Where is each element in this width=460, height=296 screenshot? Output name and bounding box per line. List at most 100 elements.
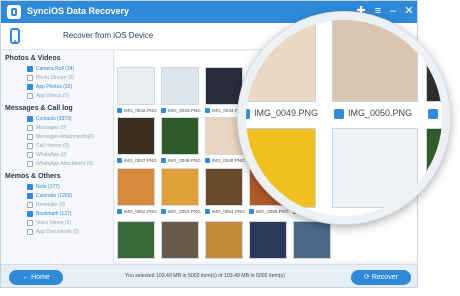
sidebar-item-reminder[interactable]: Reminder (0)	[27, 201, 65, 210]
checkbox-checked-icon	[334, 217, 344, 224]
magnified-photo-thumbnail	[426, 20, 442, 102]
checkbox-icon[interactable]	[27, 142, 33, 149]
sidebar-item-camera-roll[interactable]: Camera Roll (24)	[27, 65, 74, 74]
photo-thumbnail[interactable]	[161, 221, 199, 259]
magnified-photo-thumbnail	[246, 128, 316, 208]
checkbox-icon[interactable]	[27, 133, 33, 140]
checkbox-checked-icon[interactable]	[161, 158, 166, 164]
sidebar-item-messages[interactable]: Messages (0)	[27, 124, 66, 133]
magnified-filename: IMG_0049.PNG	[254, 108, 319, 118]
photo-thumbnail[interactable]	[161, 117, 199, 155]
syncios-logo-icon	[7, 5, 21, 19]
photo-thumbnail[interactable]	[117, 221, 155, 259]
sidebar-item-app-photos[interactable]: App Photos (32)	[27, 83, 72, 92]
thumbnail-label[interactable]: IMG_0054.PNG	[205, 209, 245, 215]
checkbox-icon[interactable]	[27, 160, 33, 167]
thumbnail-label[interactable]: IMG_0042.PNG	[117, 108, 157, 114]
checkbox-icon[interactable]	[27, 124, 33, 131]
minimize-icon[interactable]: –	[387, 5, 399, 17]
checkbox-checked-icon[interactable]	[117, 209, 122, 215]
sidebar-item-note[interactable]: Note (177)	[27, 183, 60, 192]
thumbnail-label[interactable]: IMG_0053.PNG	[161, 209, 201, 215]
photo-thumbnail[interactable]	[117, 117, 155, 155]
sidebar-item-app-videos[interactable]: App Videos (0)	[27, 92, 69, 101]
photo-thumbnail[interactable]	[117, 67, 155, 105]
magnified-filename: IMG_0050.PNG	[348, 108, 413, 118]
photo-thumbnail[interactable]	[293, 221, 331, 259]
magnified-filename: IMG_0051.	[442, 108, 445, 118]
checkbox-checked-icon[interactable]	[205, 108, 210, 114]
thumbnail-label[interactable]: IMG_0047.PNG	[117, 158, 157, 164]
phone-icon	[10, 28, 20, 44]
checkbox-checked-icon	[246, 108, 250, 119]
thumbnail-filename: IMG_0043.PNG	[168, 108, 201, 113]
home-button[interactable]: ← Home	[9, 270, 63, 285]
checkbox-icon[interactable]	[27, 228, 33, 235]
sidebar-item-whatsapp-attachment[interactable]: WhatsApp Attachment (0)	[27, 160, 93, 169]
checkbox-checked-icon[interactable]	[117, 108, 122, 114]
magnified-photo-thumbnail	[332, 128, 418, 208]
recover-button[interactable]: ⟳ Recover	[351, 270, 411, 285]
checkbox-checked-icon[interactable]	[249, 209, 254, 215]
thumbnail-filename: IMG_0054.PNG	[212, 209, 245, 214]
checkbox-icon[interactable]	[27, 74, 33, 81]
photo-thumbnail[interactable]	[161, 67, 199, 105]
sidebar-item-photo-stream[interactable]: Photo Stream (0)	[27, 74, 74, 83]
app-title: SynciOS Data Recovery	[27, 6, 130, 16]
checkbox-checked-icon[interactable]	[27, 210, 33, 217]
selection-status: You selected 103.49 MB in 5002 item(s) o…	[125, 273, 285, 279]
thumbnail-filename: IMG_0049.PNG	[212, 158, 245, 163]
sidebar-item-app-documents[interactable]: App Documents (0)	[27, 228, 79, 237]
checkbox-checked-icon[interactable]	[161, 108, 166, 114]
magnified-thumbnail-label: IMG_0050.PNG	[334, 108, 412, 119]
sidebar-item-whatsapp[interactable]: WhatsApp (0)	[27, 151, 67, 160]
thumbnail-label[interactable]: IMG_0048.PNG	[161, 158, 201, 164]
checkbox-checked-icon	[428, 108, 438, 119]
checkbox-checked-icon[interactable]	[27, 192, 33, 199]
checkbox-icon[interactable]	[27, 151, 33, 158]
photo-thumbnail[interactable]	[205, 221, 243, 259]
checkbox-icon[interactable]	[27, 201, 33, 208]
magnified-filename: IMG_005	[442, 216, 445, 224]
thumbnail-filename: IMG_0052.PNG	[124, 209, 157, 214]
checkbox-icon[interactable]	[27, 219, 33, 226]
photo-thumbnail[interactable]	[161, 168, 199, 206]
magnified-thumbnail-label: IMG_005	[428, 216, 450, 224]
thumbnail-filename: IMG_0047.PNG	[124, 158, 157, 163]
thumbnail-filename: IMG_0048.PNG	[168, 158, 201, 163]
sidebar-item-messages-attachments[interactable]: Messages Attachments(0)	[27, 133, 94, 142]
sidebar-item-call-history[interactable]: Call History (0)	[27, 142, 69, 151]
checkbox-checked-icon[interactable]	[117, 158, 122, 164]
close-icon[interactable]: ✕	[403, 5, 415, 17]
thumbnail-label[interactable]: IMG_0049.PNG	[205, 158, 245, 164]
footer-bar: ← Home You selected 103.49 MB in 5002 it…	[1, 264, 417, 287]
checkbox-checked-icon[interactable]	[27, 183, 33, 190]
magnified-photo-thumbnail	[332, 20, 418, 102]
photo-thumbnail[interactable]	[249, 221, 287, 259]
magnifier-lens: IMG_0049.PNG IMG_0050.PNG IMG_0051. IMG_005…	[238, 12, 450, 224]
thumbnail-label[interactable]: IMG_0043.PNG	[161, 108, 201, 114]
checkbox-checked-icon[interactable]	[161, 209, 166, 215]
thumbnail-label[interactable]: IMG_0055.PNG	[249, 209, 289, 215]
thumbnail-label[interactable]: IMG_0052.PNG	[117, 209, 157, 215]
photo-thumbnail[interactable]	[117, 168, 155, 206]
magnified-thumbnail-label: IMG_0049.PNG	[246, 108, 319, 119]
sidebar-item-contacts[interactable]: Contacts (3373)	[27, 115, 72, 124]
category-photos-videos: Photos & Videos	[5, 55, 61, 62]
sidebar-item-bookmark[interactable]: Bookmark (127)	[27, 210, 72, 219]
checkbox-checked-icon[interactable]	[27, 65, 33, 72]
sidebar-item-calendar[interactable]: Calendar (1269)	[27, 192, 72, 201]
checkbox-checked-icon[interactable]	[205, 158, 210, 164]
checkbox-checked-icon[interactable]	[27, 83, 33, 90]
sidebar-item-voice-memo[interactable]: Voice Memo (0)	[27, 219, 71, 228]
category-messages-call-log: Messages & Call log	[5, 105, 73, 112]
photo-thumbnail[interactable]	[205, 168, 243, 206]
photo-thumbnail[interactable]	[205, 67, 243, 105]
page-title: Recover from iOS Device	[63, 31, 154, 40]
checkbox-checked-icon[interactable]	[205, 209, 210, 215]
magnified-thumbnail-label: IMG_0051.	[428, 108, 445, 119]
menu-icon[interactable]: ≡	[372, 5, 384, 17]
checkbox-icon[interactable]	[27, 92, 33, 99]
checkbox-checked-icon	[334, 108, 344, 119]
checkbox-checked-icon[interactable]	[27, 115, 33, 122]
